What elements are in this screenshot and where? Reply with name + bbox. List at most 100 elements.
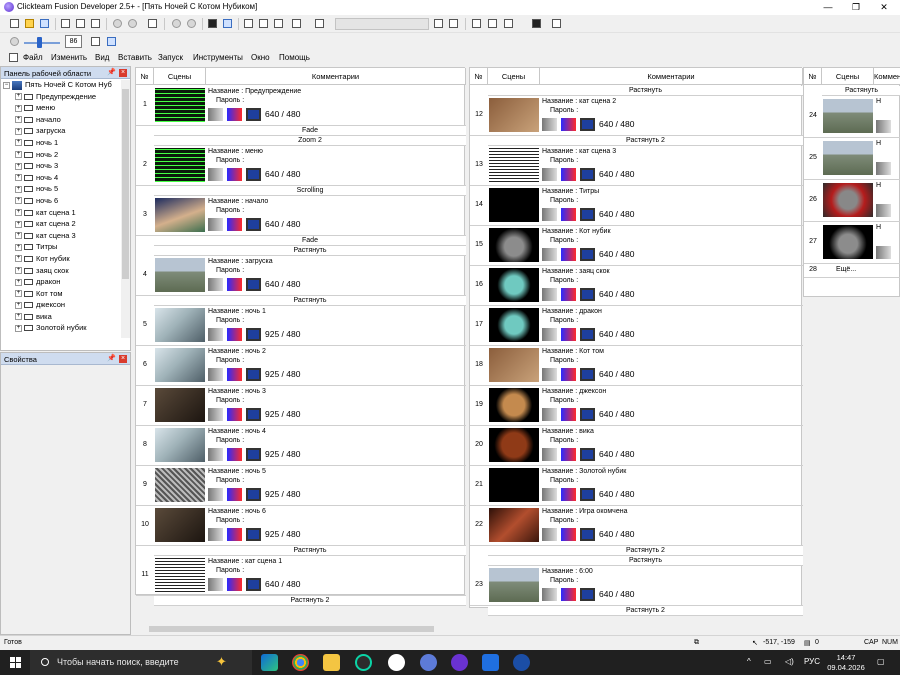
storyboard-frame[interactable]: 5 Название : ночь 1 Пароль : 925 / 480: [136, 306, 466, 346]
fade-out-icon[interactable]: [561, 408, 576, 421]
frame-thumbnail[interactable]: [823, 183, 873, 217]
storyboard-icon[interactable]: [206, 17, 219, 30]
fade-in-icon[interactable]: [208, 488, 223, 501]
undo-icon[interactable]: [111, 17, 124, 30]
frame-size[interactable]: 640 / 480: [599, 408, 634, 421]
zoom-slider-thumb[interactable]: [37, 37, 42, 48]
network-icon[interactable]: ▭: [764, 657, 772, 666]
frame-thumbnail[interactable]: [489, 508, 539, 542]
tree-item[interactable]: + кат сцена 1: [3, 207, 130, 219]
fade-out-icon[interactable]: [561, 118, 576, 131]
chrome-icon[interactable]: [292, 654, 309, 671]
fade-in-icon[interactable]: [542, 488, 557, 501]
frame-size[interactable]: 925 / 480: [265, 368, 300, 381]
fade-in-icon[interactable]: [876, 120, 891, 133]
storyboard-frame[interactable]: 26 Н: [804, 180, 900, 222]
fade-out-icon[interactable]: [561, 588, 576, 601]
frame-selector[interactable]: [335, 18, 429, 30]
fade-out-icon[interactable]: [227, 528, 242, 541]
storyboard-frame[interactable]: 27 Н: [804, 222, 900, 264]
monitor-icon[interactable]: [246, 328, 261, 341]
transition-label[interactable]: Растянуть: [822, 86, 900, 96]
storyboard-frame[interactable]: 17 Название : дракон Пароль : 640 / 480: [470, 306, 803, 346]
frame-password[interactable]: Пароль :: [216, 477, 244, 484]
tree-root[interactable]: − Пять Ночей С Котом Нуб: [3, 79, 130, 91]
fade-in-icon[interactable]: [876, 204, 891, 217]
fade-in-icon[interactable]: [542, 168, 557, 181]
forward-icon[interactable]: [185, 17, 198, 30]
tree-item[interactable]: + ночь 6: [3, 195, 130, 207]
frame-size[interactable]: 640 / 480: [599, 168, 634, 181]
monitor-icon[interactable]: [246, 278, 261, 291]
frame-name[interactable]: Название : ночь 3: [208, 388, 266, 395]
transition-label[interactable]: Растянуть: [488, 86, 803, 96]
storyboard-frame[interactable]: 15 Название : Кот нубик Пароль : 640 / 480: [470, 226, 803, 266]
minimize-button[interactable]: —: [814, 0, 842, 15]
monitor-icon[interactable]: [580, 448, 595, 461]
frame-password[interactable]: Пароль :: [216, 397, 244, 404]
frame-password[interactable]: Пароль :: [550, 357, 578, 364]
fade-out-icon[interactable]: [561, 288, 576, 301]
monitor-icon[interactable]: [246, 408, 261, 421]
fade-in-icon[interactable]: [542, 248, 557, 261]
clickteam-icon[interactable]: [451, 654, 468, 671]
frame-thumbnail[interactable]: [155, 468, 205, 502]
fade-in-icon[interactable]: [208, 448, 223, 461]
frame-password[interactable]: Пароль :: [550, 437, 578, 444]
tool-a-icon[interactable]: [470, 17, 483, 30]
frame-name[interactable]: Название : Кот том: [542, 348, 604, 355]
tree-item[interactable]: + джексон: [3, 299, 130, 311]
frame-name[interactable]: Название : Предупреждение: [208, 88, 301, 95]
fade-out-icon[interactable]: [227, 278, 242, 291]
fade-in-icon[interactable]: [542, 408, 557, 421]
tree-item[interactable]: + ночь 3: [3, 160, 130, 172]
file-explorer-icon[interactable]: [323, 654, 340, 671]
frame-password[interactable]: Пароль :: [550, 157, 578, 164]
fade-out-icon[interactable]: [227, 168, 242, 181]
frame-password[interactable]: Пароль :: [216, 567, 244, 574]
monitor-icon[interactable]: [580, 208, 595, 221]
storyboard-frame[interactable]: 23 Название : 6:00 Пароль : 640 / 480: [470, 566, 803, 606]
fade-out-icon[interactable]: [227, 218, 242, 231]
menu-help[interactable]: Помощь: [279, 53, 310, 62]
transition-label[interactable]: Zoom 2: [154, 136, 466, 146]
monitor-icon[interactable]: [580, 168, 595, 181]
frame-name[interactable]: Название : Титры: [542, 188, 599, 195]
prev-frame-icon[interactable]: [432, 17, 445, 30]
frame-thumbnail[interactable]: [489, 308, 539, 342]
frame-size[interactable]: 640 / 480: [599, 528, 634, 541]
event-list-icon[interactable]: [272, 17, 285, 30]
fade-out-icon[interactable]: [561, 368, 576, 381]
event-editor-icon[interactable]: [257, 17, 270, 30]
frame-password[interactable]: Пароль :: [550, 477, 578, 484]
monitor-icon[interactable]: [580, 328, 595, 341]
frame-thumbnail[interactable]: [489, 188, 539, 222]
transition-label[interactable]: Растянуть 2: [488, 546, 803, 556]
monitor-icon[interactable]: [246, 368, 261, 381]
menu-window[interactable]: Окно: [251, 53, 270, 62]
transition-label[interactable]: Растянуть: [488, 556, 803, 566]
frame-thumbnail[interactable]: [155, 148, 205, 182]
frame-name[interactable]: Название : ночь 4: [208, 428, 266, 435]
storyboard-frame[interactable]: 20 Название : вика Пароль : 640 / 480: [470, 426, 803, 466]
cut-icon[interactable]: [59, 17, 72, 30]
grid-toggle-icon[interactable]: [105, 35, 118, 48]
frame-name[interactable]: Название : ночь 1: [208, 308, 266, 315]
fade-in-icon[interactable]: [208, 328, 223, 341]
back-icon[interactable]: [170, 17, 183, 30]
fade-out-icon[interactable]: [227, 368, 242, 381]
monitor-icon[interactable]: [580, 528, 595, 541]
frame-size[interactable]: 925 / 480: [265, 328, 300, 341]
fade-out-icon[interactable]: [561, 528, 576, 541]
frame-thumbnail[interactable]: [489, 148, 539, 182]
close-panel-icon[interactable]: ×: [119, 69, 127, 77]
tree-item[interactable]: + Предупреждение: [3, 91, 130, 103]
frame-size[interactable]: 640 / 480: [599, 588, 634, 601]
frame-thumbnail[interactable]: [155, 348, 205, 382]
frame-password[interactable]: Пароль :: [216, 357, 244, 364]
frame-size[interactable]: 640 / 480: [599, 208, 634, 221]
fade-out-icon[interactable]: [561, 488, 576, 501]
frame-size[interactable]: 640 / 480: [599, 368, 634, 381]
storyboard-frame[interactable]: 16 Название : заяц скок Пароль : 640 / 480: [470, 266, 803, 306]
storyboard-frame[interactable]: 14 Название : Титры Пароль : 640 / 480: [470, 186, 803, 226]
